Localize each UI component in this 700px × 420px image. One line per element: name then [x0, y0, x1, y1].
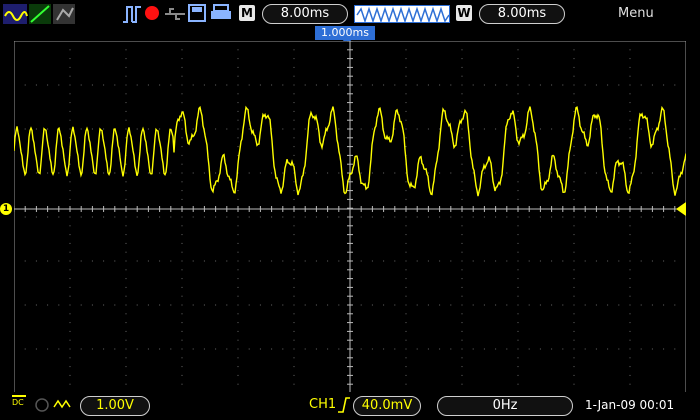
bottom-status-bar: DC 1.00V CH1 40.0mV 0Hz 1-Jan-09 00:01	[0, 392, 700, 420]
record-icon[interactable]	[145, 6, 159, 20]
window-button[interactable]: W	[456, 5, 472, 21]
coupling-indicator: DC	[12, 395, 26, 407]
datetime: 1-Jan-09 00:01	[585, 398, 675, 412]
waveform-overview[interactable]	[354, 5, 450, 23]
printer-icon[interactable]	[210, 4, 232, 22]
trigger-channel: CH1	[309, 397, 337, 412]
top-toolbar: M 8.00ms W 8.00ms Menu	[0, 0, 700, 28]
trigger-edge-icon[interactable]	[122, 4, 142, 24]
window-value: 8.00ms	[479, 4, 565, 24]
mem-depth-value: 8.00ms	[262, 4, 348, 24]
ch1-volts-div[interactable]: 1.00V	[80, 396, 150, 416]
channel-status-icons	[35, 398, 71, 412]
menu-button[interactable]: Menu	[618, 6, 654, 21]
waveform-screen[interactable]	[14, 41, 686, 393]
frequency-counter: 0Hz	[437, 396, 573, 416]
rising-edge-icon	[338, 397, 350, 413]
timebase-position: 1.000ms	[315, 26, 375, 40]
save-icon[interactable]	[188, 4, 206, 22]
mem-depth-button[interactable]: M	[239, 5, 255, 21]
waveform-overview-icon	[356, 6, 449, 22]
trigger-level[interactable]: 40.0mV	[353, 396, 421, 416]
coupling-label: DC	[12, 398, 24, 407]
mode-icons[interactable]	[3, 4, 85, 24]
ch1-offset-marker[interactable]: 1	[0, 203, 12, 215]
usb-icon	[165, 8, 185, 20]
trigger-level-marker-icon[interactable]	[676, 202, 686, 216]
